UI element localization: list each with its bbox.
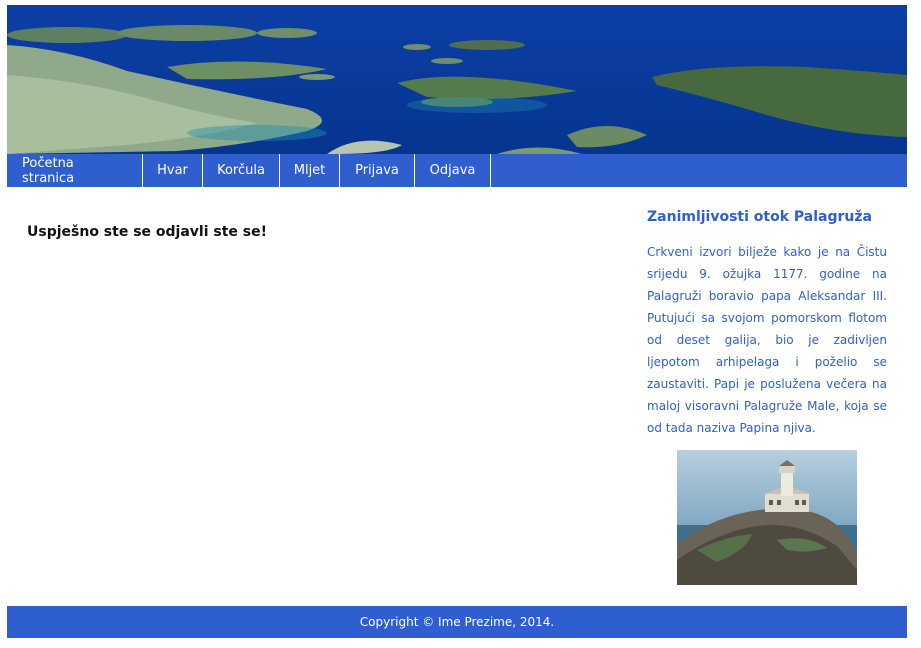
nav-item-pocetna-stranica[interactable]: Početna stranica: [7, 154, 143, 187]
footer-copyright: Copyright © Ime Prezime, 2014.: [359, 615, 555, 629]
page-wrapper: Početna stranica Hvar Korčula Mljet Prij…: [7, 5, 907, 638]
sidebar-title: Zanimljivosti otok Palagruža: [647, 209, 872, 225]
header-banner-image: [7, 5, 907, 154]
lighthouse-image: [677, 450, 857, 585]
nav-item-mljet[interactable]: Mljet: [280, 154, 340, 187]
footer: Copyright © Ime Prezime, 2014.: [7, 606, 907, 638]
nav-item-odjava[interactable]: Odjava: [415, 154, 491, 187]
sidebar-text: Crkveni izvori bilježe kako je na Čistu …: [647, 245, 887, 435]
main-navigation: Početna stranica Hvar Korčula Mljet Prij…: [7, 154, 907, 187]
nav-item-hvar[interactable]: Hvar: [143, 154, 203, 187]
sidebar: Zanimljivosti otok Palagruža Crkveni izv…: [647, 209, 887, 585]
nav-item-prijava[interactable]: Prijava: [340, 154, 415, 187]
logout-success-message: Uspješno ste se odjavli ste se!: [27, 224, 267, 240]
nav-item-korcula[interactable]: Korčula: [203, 154, 280, 187]
content-area: Uspješno ste se odjavli ste se! Zanimlji…: [7, 187, 907, 605]
